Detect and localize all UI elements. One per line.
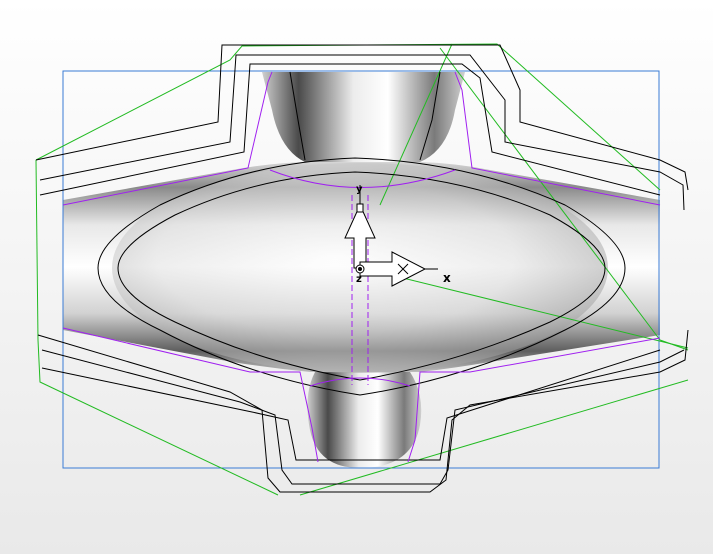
y-axis-label: y [356, 184, 363, 195]
x-axis-label: x [443, 271, 451, 285]
cam-3d-viewport[interactable]: x y z [0, 0, 713, 554]
z-axis-label: z [356, 274, 362, 285]
